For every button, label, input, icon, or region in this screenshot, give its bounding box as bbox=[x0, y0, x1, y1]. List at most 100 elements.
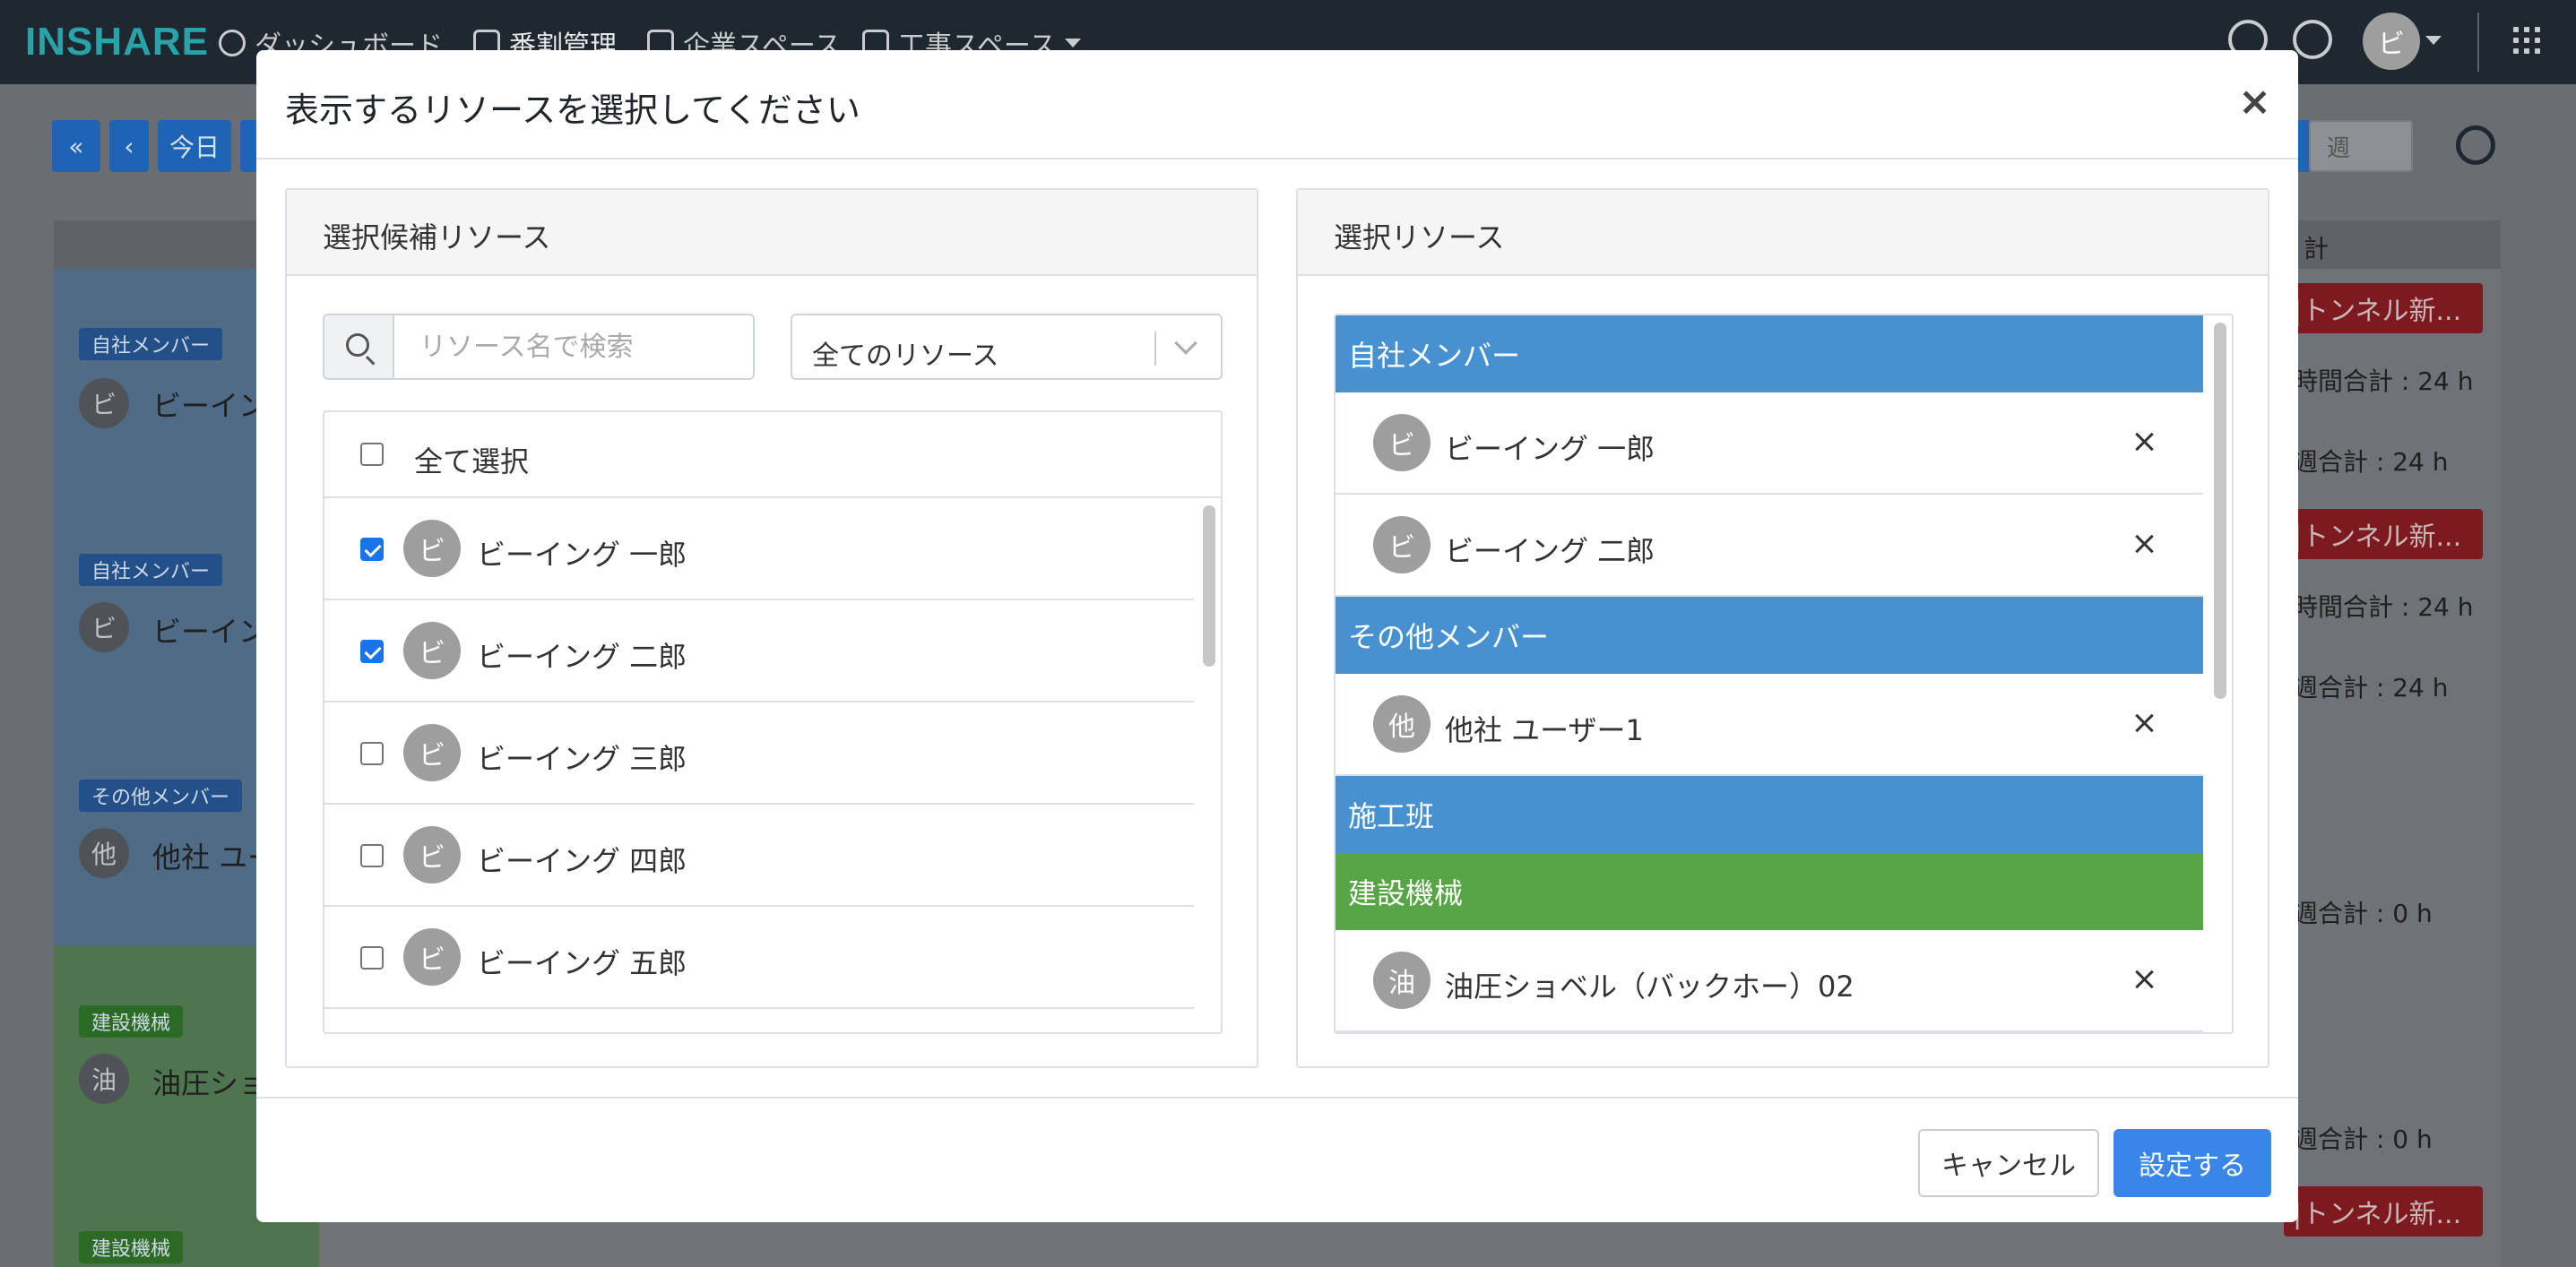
modal-title: 表示するリソースを選択してください bbox=[285, 90, 860, 130]
app-logo[interactable]: INSHARE bbox=[25, 20, 209, 65]
user-avatar[interactable]: ビ bbox=[2363, 13, 2420, 70]
selected-item: ビ ビーイング 一郎 bbox=[1336, 392, 2203, 495]
candidate-resources-panel: 選択候補リソース 全てのリソース 全て選択 ビ ビーイング 一郎 bbox=[285, 188, 1258, 1068]
resource-avatar: ビ bbox=[79, 378, 129, 428]
avatar: 油 bbox=[1373, 952, 1431, 1009]
select-all-row[interactable]: 全て選択 bbox=[324, 412, 1221, 498]
candidate-checkbox[interactable] bbox=[360, 946, 384, 970]
today-button[interactable]: 今日 bbox=[158, 120, 231, 172]
toolbar-button-partial[interactable] bbox=[240, 120, 258, 172]
candidate-name: ビーイング 二郎 bbox=[477, 640, 687, 674]
avatar: ビ bbox=[403, 520, 461, 577]
avatar: ビ bbox=[403, 724, 461, 781]
event-badge[interactable]: |トンネル新... bbox=[2284, 509, 2483, 559]
select-all-checkbox[interactable] bbox=[360, 443, 384, 466]
group-header-other-members: その他メンバー bbox=[1336, 597, 2203, 674]
selected-resources-panel: 選択リソース 自社メンバー ビ ビーイング 一郎 ビ ビーイング 二郎 その他メ… bbox=[1296, 188, 2269, 1068]
hours-total: 時間合計 : 24 h bbox=[2293, 592, 2474, 622]
remove-icon[interactable] bbox=[2131, 530, 2158, 557]
remove-icon[interactable] bbox=[2131, 428, 2158, 455]
total-column-header: 計 bbox=[2304, 234, 2330, 263]
candidate-item[interactable]: ビ ビーイング 四郎 bbox=[324, 805, 1194, 907]
resource-type-tag: 自社メンバー bbox=[79, 328, 223, 360]
hours-total: 時間合計 : 24 h bbox=[2293, 366, 2474, 396]
week-total: 週合計 : 24 h bbox=[2293, 447, 2449, 477]
modal-header: 表示するリソースを選択してください × bbox=[256, 50, 2298, 159]
select-separator bbox=[1154, 332, 1156, 366]
resource-avatar: 他 bbox=[79, 828, 129, 878]
view-select[interactable]: 週 bbox=[2309, 120, 2413, 172]
selected-name: 油圧ショベル（バックホー）02 bbox=[1445, 970, 1854, 1004]
candidate-item[interactable]: ビ ビーイング 一郎 bbox=[324, 498, 1194, 600]
event-badge[interactable]: |トンネル新... bbox=[2284, 283, 2483, 333]
avatar: ビ bbox=[1373, 414, 1431, 471]
selected-name: ビーイング 二郎 bbox=[1445, 534, 1655, 568]
scrollbar-thumb[interactable] bbox=[2214, 323, 2226, 699]
chevron-down-icon bbox=[1174, 332, 1197, 355]
week-total: 週合計 : 24 h bbox=[2293, 673, 2449, 702]
candidate-item[interactable]: ビ ビーイング 二郎 bbox=[324, 600, 1194, 702]
selected-item: ビ ビーイング 二郎 bbox=[1336, 495, 2203, 597]
resource-type-tag: 建設機械 bbox=[79, 1005, 184, 1038]
candidate-checkbox[interactable] bbox=[360, 844, 384, 867]
resource-name[interactable]: ビーイン bbox=[152, 384, 267, 425]
first-page-button[interactable]: « bbox=[52, 120, 100, 172]
prev-page-button[interactable]: ‹ bbox=[109, 120, 149, 172]
candidate-list-scrollbar[interactable] bbox=[1203, 505, 1215, 1029]
avatar: ビ bbox=[403, 622, 461, 679]
resource-name[interactable]: ビーイン bbox=[152, 609, 267, 651]
modal-footer: キャンセル 設定する bbox=[256, 1097, 2298, 1222]
dashboard-icon bbox=[219, 30, 246, 56]
resource-type-tag: 自社メンバー bbox=[79, 554, 223, 586]
search-input[interactable] bbox=[396, 315, 753, 378]
user-menu-caret-icon[interactable] bbox=[2425, 36, 2442, 45]
apps-grid-icon[interactable] bbox=[2513, 27, 2540, 54]
scrollbar-thumb[interactable] bbox=[1203, 505, 1215, 667]
search-addon bbox=[324, 315, 394, 378]
group-header-construction-team: 施工班 bbox=[1336, 776, 2203, 853]
candidate-checkbox[interactable] bbox=[360, 538, 384, 561]
candidate-item[interactable]: ビ ビーイング 五郎 bbox=[324, 907, 1194, 1009]
selected-name: 他社 ユーザー1 bbox=[1445, 713, 1644, 747]
resource-filter-value: 全てのリソース bbox=[812, 340, 999, 372]
candidate-name: ビーイング 五郎 bbox=[477, 946, 687, 980]
resource-type-tag: その他メンバー bbox=[79, 780, 243, 812]
chevron-down-icon bbox=[1065, 39, 1082, 47]
selected-name: ビーイング 一郎 bbox=[1445, 432, 1655, 466]
selected-panel-header: 選択リソース bbox=[1298, 190, 2268, 276]
resource-filter-select[interactable]: 全てのリソース bbox=[791, 314, 1223, 380]
group-header-construction-machinery: 建設機械 bbox=[1336, 853, 2203, 930]
resource-avatar: ビ bbox=[79, 602, 129, 652]
close-icon[interactable]: × bbox=[2238, 82, 2271, 122]
candidate-list: 全て選択 ビ ビーイング 一郎 ビ ビーイング 二郎 ビ ビーイング 三郎 ビ … bbox=[323, 410, 1223, 1034]
avatar: ビ bbox=[403, 826, 461, 883]
candidate-panel-header: 選択候補リソース bbox=[287, 190, 1257, 276]
candidate-item[interactable]: ビ ビーイング 三郎 bbox=[324, 702, 1194, 805]
avatar: 他 bbox=[1373, 695, 1431, 753]
avatar: ビ bbox=[403, 928, 461, 986]
resource-select-modal: 表示するリソースを選択してください × 選択候補リソース 全てのリソース 全て選… bbox=[256, 50, 2298, 1222]
gear-icon[interactable] bbox=[2293, 20, 2332, 59]
candidate-checkbox[interactable] bbox=[360, 640, 384, 663]
selected-list-scrollbar[interactable] bbox=[2214, 323, 2226, 1021]
settings-gear-icon[interactable] bbox=[2456, 125, 2495, 165]
group-header-own-members: 自社メンバー bbox=[1336, 315, 2203, 392]
cancel-button[interactable]: キャンセル bbox=[1918, 1129, 2099, 1197]
view-select-value: 週 bbox=[2327, 134, 2351, 162]
selected-item: 他 他社 ユーザー1 bbox=[1336, 674, 2203, 776]
event-badge[interactable]: |トンネル新... bbox=[2284, 1186, 2483, 1237]
resource-name[interactable]: 油圧ショ bbox=[152, 1061, 267, 1102]
selected-panel-title: 選択リソース bbox=[1334, 220, 1505, 254]
select-all-label: 全て選択 bbox=[414, 444, 530, 478]
remove-icon[interactable] bbox=[2131, 710, 2158, 737]
resource-avatar: 油 bbox=[79, 1054, 129, 1104]
candidate-name: ビーイング 三郎 bbox=[477, 742, 687, 776]
selected-list: 自社メンバー ビ ビーイング 一郎 ビ ビーイング 二郎 その他メンバー 他 他… bbox=[1334, 314, 2234, 1034]
candidate-checkbox[interactable] bbox=[360, 742, 384, 765]
submit-button[interactable]: 設定する bbox=[2114, 1129, 2271, 1197]
remove-icon[interactable] bbox=[2131, 966, 2158, 993]
selected-item: 油 油圧ショベル（バックホー）02 bbox=[1336, 930, 2203, 1032]
search-icon bbox=[346, 333, 369, 357]
week-total: 週合計 : 0 h bbox=[2293, 1125, 2433, 1154]
resource-type-tag: 建設機械 bbox=[79, 1231, 184, 1263]
